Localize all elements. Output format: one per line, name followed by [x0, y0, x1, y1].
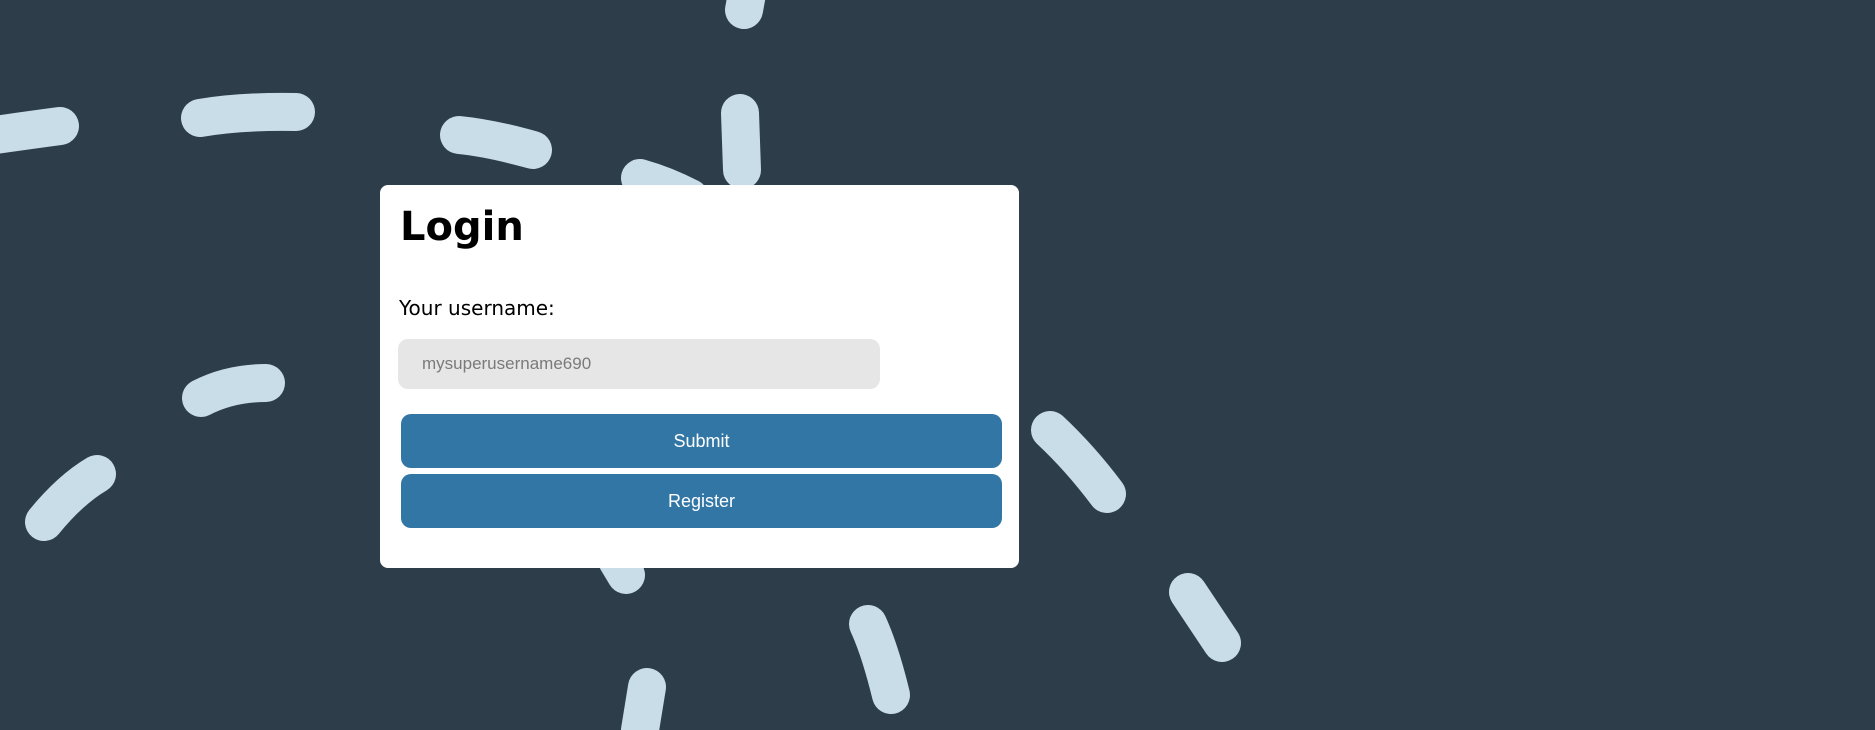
decorative-dash: [725, 0, 766, 29]
decorative-dash: [25, 455, 116, 541]
decorative-dash: [721, 94, 761, 189]
page-title: Login: [400, 204, 524, 250]
decorative-dash: [849, 605, 910, 714]
username-input[interactable]: [398, 339, 880, 389]
register-button[interactable]: Register: [401, 474, 1002, 528]
login-card: Login Your username: Submit Register: [380, 185, 1019, 568]
decorative-dash: [1169, 573, 1241, 662]
decorative-dash: [621, 668, 666, 730]
decorative-dash: [0, 107, 79, 154]
decorative-dash: [440, 116, 552, 169]
username-label: Your username:: [399, 296, 555, 320]
submit-button[interactable]: Submit: [401, 414, 1002, 468]
decorative-dash: [181, 92, 315, 137]
decorative-dash: [1031, 411, 1126, 513]
page: Login Your username: Submit Register: [0, 0, 1875, 730]
decorative-dash: [182, 364, 285, 417]
